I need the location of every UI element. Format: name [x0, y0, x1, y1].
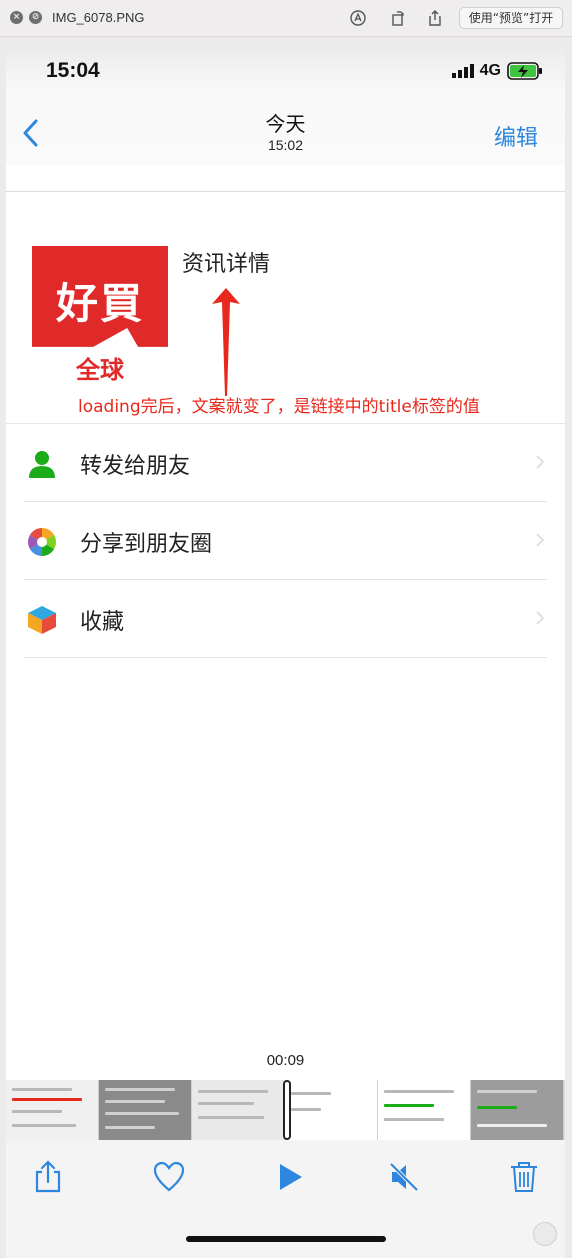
network-type: 4G	[479, 62, 501, 79]
share-icon[interactable]	[426, 9, 444, 27]
annotation-arrow-icon	[212, 288, 240, 396]
share-icon[interactable]	[32, 1160, 64, 1194]
navigation-header: 15:04 4G 今天 15:02 编辑	[6, 40, 565, 165]
logo-text-top: 好買	[55, 279, 144, 328]
edit-button[interactable]: 编辑	[494, 120, 538, 152]
video-timestamp: 00:09	[266, 1052, 305, 1069]
file-name: IMG_6078.PNG	[52, 10, 145, 25]
playhead-handle[interactable]	[283, 1080, 291, 1140]
annotation-note: loading完后，文案就变了，是链接中的title标签的值	[78, 397, 480, 417]
favorites-cube-icon	[28, 606, 56, 634]
video-frame-thumbnail	[471, 1080, 564, 1140]
close-window-icon[interactable]: ×	[10, 11, 23, 24]
disabled-window-icon[interactable]: ⊘	[29, 11, 42, 24]
signal-icon	[451, 64, 474, 78]
phone-screenshot: 15:04 4G 今天 15:02 编辑 好買 全球 资讯详情 loading完…	[6, 40, 565, 1258]
moments-icon	[28, 528, 56, 556]
menu-item-moments[interactable]: 分享到朋友圈	[6, 502, 565, 580]
mute-icon[interactable]	[388, 1160, 420, 1194]
preview-title-bar: × ⊘ IMG_6078.PNG 使用“预览”打开	[0, 0, 572, 37]
home-indicator	[186, 1236, 386, 1242]
chevron-right-icon	[536, 611, 545, 625]
person-icon	[29, 451, 55, 478]
status-indicators: 4G	[451, 62, 543, 80]
header-divider	[6, 191, 565, 192]
video-frame-thumbnail	[378, 1080, 471, 1140]
article-title: 资讯详情	[182, 252, 271, 277]
menu-item-favorites[interactable]: 收藏	[6, 580, 565, 658]
video-frame-thumbnail	[99, 1080, 192, 1140]
battery-charging-icon	[507, 62, 542, 80]
open-with-preview-button[interactable]: 使用“预览”打开	[459, 7, 563, 29]
chevron-right-icon	[536, 533, 545, 547]
rotate-icon[interactable]	[389, 9, 407, 27]
video-frame-thumbnail	[285, 1080, 378, 1140]
nav-subtitle-time: 15:02	[267, 137, 304, 153]
bottom-toolbar	[6, 1140, 565, 1258]
menu-item-label: 收藏	[80, 610, 125, 635]
heart-icon[interactable]	[153, 1160, 185, 1194]
menu-item-label: 分享到朋友圈	[80, 532, 213, 557]
nav-title: 今天	[265, 112, 306, 136]
menu-item-label: 转发给朋友	[80, 454, 191, 479]
play-icon[interactable]	[274, 1160, 306, 1194]
status-time: 15:04	[46, 59, 100, 82]
trash-icon[interactable]	[508, 1160, 540, 1194]
live-text-icon[interactable]	[533, 1222, 557, 1246]
video-frame-thumbnail	[192, 1080, 285, 1140]
chevron-right-icon	[536, 455, 545, 469]
logo-text-bottom: 全球	[76, 356, 124, 382]
menu-item-forward[interactable]: 转发给朋友	[6, 424, 565, 502]
video-frame-thumbnail	[6, 1080, 99, 1140]
markup-icon[interactable]	[349, 9, 367, 27]
article-logo: 好買 全球	[32, 246, 168, 382]
